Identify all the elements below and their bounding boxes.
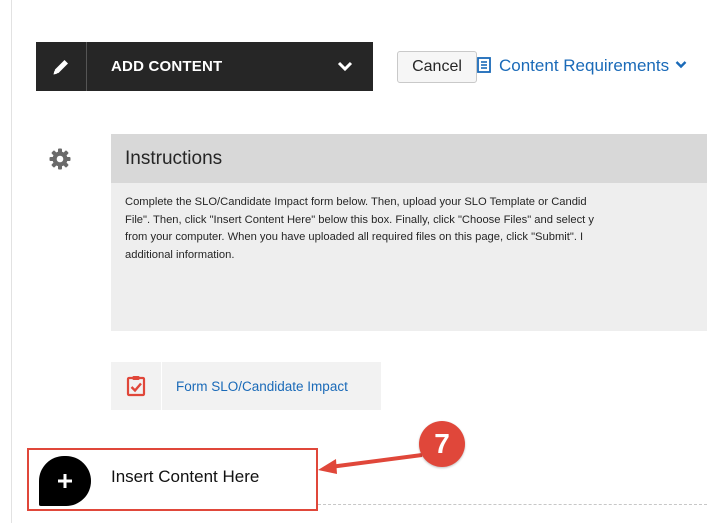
left-divider bbox=[11, 0, 12, 523]
form-slo-item[interactable]: Form SLO/Candidate Impact bbox=[111, 362, 381, 410]
content-requirements-label: Content Requirements bbox=[499, 56, 670, 75]
insert-content-label[interactable]: Insert Content Here bbox=[111, 467, 259, 487]
chevron-down-icon bbox=[675, 60, 687, 72]
instructions-line: from your computer. When you have upload… bbox=[125, 231, 584, 243]
form-slo-link[interactable]: Form SLO/Candidate Impact bbox=[176, 379, 348, 394]
plus-icon[interactable] bbox=[39, 456, 91, 506]
instructions-line: File". Then, click "Insert Content Here"… bbox=[125, 213, 594, 226]
document-icon bbox=[477, 57, 493, 75]
chevron-down-icon bbox=[337, 57, 357, 77]
add-content-dropdown[interactable]: ADD CONTENT bbox=[36, 42, 373, 91]
instructions-line: additional information. bbox=[125, 248, 235, 261]
instructions-title: Instructions bbox=[111, 134, 707, 183]
insert-divider bbox=[318, 504, 707, 505]
step-number-badge: 7 bbox=[419, 421, 465, 467]
cancel-button[interactable]: Cancel bbox=[397, 51, 477, 83]
pencil-icon bbox=[36, 42, 87, 91]
clipboard-check-icon bbox=[111, 362, 162, 410]
instructions-text: Complete the SLO/Candidate Impact form b… bbox=[111, 183, 707, 264]
instructions-panel: Instructions Complete the SLO/Candidate … bbox=[111, 134, 707, 331]
instructions-line: Complete the SLO/Candidate Impact form b… bbox=[125, 196, 587, 208]
insert-content-highlight[interactable]: Insert Content Here bbox=[27, 448, 318, 511]
content-requirements-link[interactable]: Content Requirements bbox=[477, 53, 687, 79]
gear-icon[interactable] bbox=[48, 147, 72, 171]
add-content-label: ADD CONTENT bbox=[111, 58, 223, 75]
